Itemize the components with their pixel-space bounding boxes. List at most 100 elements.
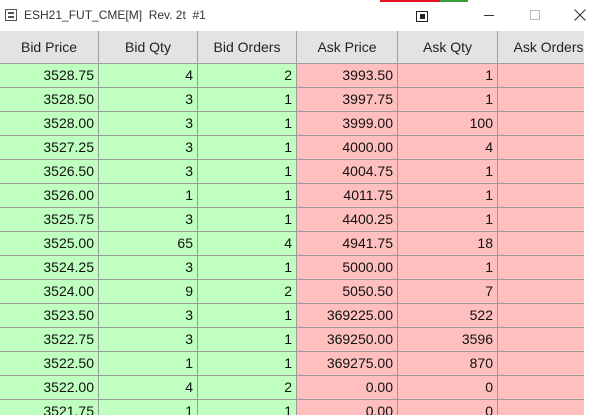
table-row[interactable]: 3526.00 1 1 4011.75 1 <box>0 184 584 208</box>
bid-orders-cell[interactable]: 1 <box>198 112 297 136</box>
ask-qty-cell[interactable]: 1 <box>398 256 498 280</box>
ask-qty-cell[interactable]: 100 <box>398 112 498 136</box>
ask-qty-cell[interactable]: 870 <box>398 352 498 376</box>
table-row[interactable]: 3528.00 3 1 3999.00 100 <box>0 112 584 136</box>
ask-qty-cell[interactable]: 0 <box>398 400 498 415</box>
bid-price-cell[interactable]: 3526.50 <box>0 160 99 184</box>
ask-price-cell[interactable]: 4941.75 <box>297 232 398 256</box>
ask-price-cell[interactable]: 3993.50 <box>297 64 398 88</box>
bid-qty-cell[interactable]: 1 <box>99 352 198 376</box>
table-row[interactable]: 3528.50 3 1 3997.75 1 <box>0 88 584 112</box>
ask-price-cell[interactable]: 369275.00 <box>297 352 398 376</box>
table-row[interactable]: 3521.75 1 1 0.00 0 <box>0 400 584 415</box>
ask-orders-cell[interactable] <box>498 376 584 400</box>
bid-price-cell[interactable]: 3522.50 <box>0 352 99 376</box>
column-header-ask-qty[interactable]: Ask Qty <box>398 31 498 64</box>
ask-qty-cell[interactable]: 1 <box>398 64 498 88</box>
column-header-ask-orders[interactable]: Ask Orders <box>498 31 584 64</box>
column-header-ask-price[interactable]: Ask Price <box>297 31 398 64</box>
table-row[interactable]: 3522.7531369250.0035966 <box>0 328 584 352</box>
bid-orders-cell[interactable]: 1 <box>198 136 297 160</box>
ask-qty-cell[interactable]: 3596 <box>398 328 498 352</box>
ask-price-cell[interactable]: 369250.00 <box>297 328 398 352</box>
table-row[interactable]: 3524.25 3 1 5000.00 1 <box>0 256 584 280</box>
ask-orders-cell[interactable] <box>498 304 584 328</box>
ask-orders-cell[interactable] <box>498 64 584 88</box>
bid-orders-cell[interactable]: 1 <box>198 304 297 328</box>
bid-price-cell[interactable]: 3526.00 <box>0 184 99 208</box>
bid-price-cell[interactable]: 3527.25 <box>0 136 99 160</box>
ask-price-cell[interactable]: 369225.00 <box>297 304 398 328</box>
bid-price-cell[interactable]: 3524.00 <box>0 280 99 304</box>
ask-qty-cell[interactable]: 1 <box>398 208 498 232</box>
ask-orders-cell[interactable] <box>498 256 584 280</box>
bid-qty-cell[interactable]: 1 <box>99 400 198 415</box>
maximize-button[interactable] <box>512 0 558 31</box>
bid-price-cell[interactable]: 3528.00 <box>0 112 99 136</box>
bid-qty-cell[interactable]: 9 <box>99 280 198 304</box>
bid-orders-cell[interactable]: 1 <box>198 256 297 280</box>
ask-qty-cell[interactable]: 1 <box>398 184 498 208</box>
bid-price-cell[interactable]: 3522.00 <box>0 376 99 400</box>
ask-orders-cell[interactable] <box>498 184 584 208</box>
ask-orders-cell[interactable] <box>498 400 584 415</box>
ask-qty-cell[interactable]: 18 <box>398 232 498 256</box>
ask-price-cell[interactable]: 3997.75 <box>297 88 398 112</box>
table-row[interactable]: 3522.5011369275.008701 <box>0 352 584 376</box>
bid-orders-cell[interactable]: 1 <box>198 400 297 415</box>
ask-qty-cell[interactable]: 1 <box>398 88 498 112</box>
ask-price-cell[interactable]: 5000.00 <box>297 256 398 280</box>
column-header-bid-qty[interactable]: Bid Qty <box>99 31 198 64</box>
bid-qty-cell[interactable]: 3 <box>99 208 198 232</box>
bid-price-cell[interactable]: 3523.50 <box>0 304 99 328</box>
bid-qty-cell[interactable]: 3 <box>99 160 198 184</box>
ask-qty-cell[interactable]: 1 <box>398 160 498 184</box>
ask-qty-cell[interactable]: 522 <box>398 304 498 328</box>
table-row[interactable]: 3525.75 3 1 4400.25 1 <box>0 208 584 232</box>
bid-orders-cell[interactable]: 1 <box>198 352 297 376</box>
bid-qty-cell[interactable]: 3 <box>99 88 198 112</box>
ask-price-cell[interactable]: 4011.75 <box>297 184 398 208</box>
bid-qty-cell[interactable]: 3 <box>99 136 198 160</box>
ask-price-cell[interactable]: 0.00 <box>297 400 398 415</box>
ask-orders-cell[interactable] <box>498 88 584 112</box>
bid-qty-cell[interactable]: 65 <box>99 232 198 256</box>
bid-price-cell[interactable]: 3525.00 <box>0 232 99 256</box>
ask-orders-cell[interactable] <box>498 136 584 160</box>
ask-orders-cell[interactable] <box>498 208 584 232</box>
ask-orders-cell[interactable] <box>498 160 584 184</box>
bid-orders-cell[interactable]: 1 <box>198 88 297 112</box>
ask-orders-cell[interactable]: 1 <box>498 352 584 376</box>
ask-qty-cell[interactable]: 4 <box>398 136 498 160</box>
bid-price-cell[interactable]: 3528.50 <box>0 88 99 112</box>
ask-price-cell[interactable]: 3999.00 <box>297 112 398 136</box>
bid-price-cell[interactable]: 3524.25 <box>0 256 99 280</box>
ask-qty-cell[interactable]: 7 <box>398 280 498 304</box>
bid-qty-cell[interactable]: 4 <box>99 64 198 88</box>
table-row[interactable]: 3526.50 3 1 4004.75 1 <box>0 160 584 184</box>
table-row[interactable]: 3522.00 4 2 0.00 0 <box>0 376 584 400</box>
order-book-grid[interactable]: Bid Price Bid Qty Bid Orders Ask Price A… <box>0 31 584 415</box>
bid-orders-cell[interactable]: 2 <box>198 376 297 400</box>
bid-orders-cell[interactable]: 1 <box>198 328 297 352</box>
bid-orders-cell[interactable]: 1 <box>198 184 297 208</box>
close-button[interactable] <box>557 0 603 31</box>
snap-layout-icon[interactable] <box>416 9 428 22</box>
ask-orders-cell[interactable] <box>498 112 584 136</box>
bid-orders-cell[interactable]: 2 <box>198 64 297 88</box>
bid-orders-cell[interactable]: 2 <box>198 280 297 304</box>
bid-qty-cell[interactable]: 3 <box>99 256 198 280</box>
bid-qty-cell[interactable]: 1 <box>99 184 198 208</box>
table-row[interactable]: 3524.00 9 2 5050.50 7 <box>0 280 584 304</box>
ask-orders-cell[interactable]: 6 <box>498 328 584 352</box>
bid-qty-cell[interactable]: 4 <box>99 376 198 400</box>
ask-orders-cell[interactable] <box>498 280 584 304</box>
bid-price-cell[interactable]: 3525.75 <box>0 208 99 232</box>
table-row[interactable]: 3528.75 4 2 3993.50 1 <box>0 64 584 88</box>
column-header-bid-orders[interactable]: Bid Orders <box>198 31 297 64</box>
bid-orders-cell[interactable]: 4 <box>198 232 297 256</box>
ask-price-cell[interactable]: 0.00 <box>297 376 398 400</box>
ask-price-cell[interactable]: 4004.75 <box>297 160 398 184</box>
table-row[interactable]: 3527.25 3 1 4000.00 4 <box>0 136 584 160</box>
vertical-scrollbar[interactable] <box>584 31 603 415</box>
